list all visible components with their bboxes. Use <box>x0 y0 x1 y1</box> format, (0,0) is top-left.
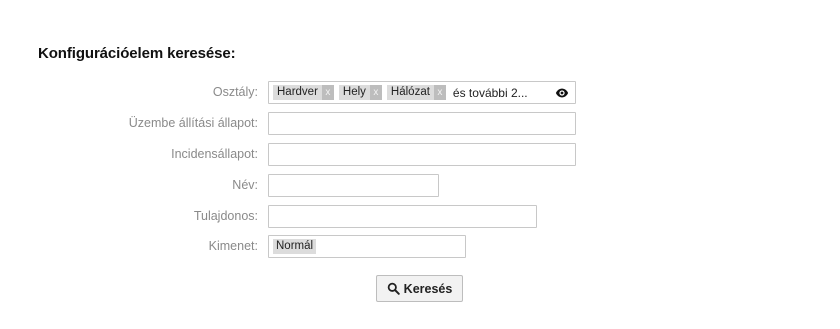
result-select[interactable]: Normál <box>268 235 466 258</box>
class-tag: Hálózat x <box>386 85 446 100</box>
search-button[interactable]: Keresés <box>376 275 463 302</box>
owner-row: Tulajdonos: <box>0 205 840 229</box>
class-tag-label: Hardver <box>277 86 318 98</box>
incident-state-field[interactable] <box>268 143 576 166</box>
class-tag: Hely x <box>338 85 382 100</box>
owner-label: Tulajdonos: <box>193 209 258 223</box>
name-row: Név: <box>0 174 840 198</box>
class-tag-label: Hely <box>342 86 366 98</box>
incident-state-label: Incidensállapot: <box>171 147 258 161</box>
owner-input[interactable] <box>268 205 537 228</box>
class-label: Osztály: <box>212 85 258 99</box>
class-tag: Hardver x <box>273 85 334 100</box>
remove-tag-icon[interactable]: x <box>321 85 334 100</box>
eye-icon[interactable] <box>555 86 569 100</box>
deployment-state-row: Üzembe állítási állapot: <box>0 112 840 136</box>
remove-tag-icon[interactable]: x <box>433 85 446 100</box>
deployment-state-label: Üzembe állítási állapot: <box>128 116 258 130</box>
result-label: Kimenet: <box>208 239 258 253</box>
class-row: Osztály: Hardver x Hely x Hálózat x és t… <box>0 81 840 105</box>
result-selected-value: Normál <box>273 239 317 254</box>
name-label: Név: <box>232 178 258 192</box>
class-tag-label: Hálózat <box>390 86 430 98</box>
more-selected-text[interactable]: és további 2... <box>453 86 528 100</box>
class-multiselect[interactable]: Hardver x Hely x Hálózat x és további 2.… <box>268 81 576 104</box>
page-title: Konfigurációelem keresése: <box>38 45 236 62</box>
result-row: Kimenet: Normál <box>0 235 840 259</box>
search-button-label: Keresés <box>403 281 453 296</box>
search-panel: Konfigurációelem keresése: Osztály: Hard… <box>0 0 840 329</box>
incident-state-row: Incidensállapot: <box>0 143 840 167</box>
remove-tag-icon[interactable]: x <box>369 85 382 100</box>
name-input[interactable] <box>268 174 439 197</box>
search-icon <box>387 282 400 295</box>
deployment-state-field[interactable] <box>268 112 576 135</box>
